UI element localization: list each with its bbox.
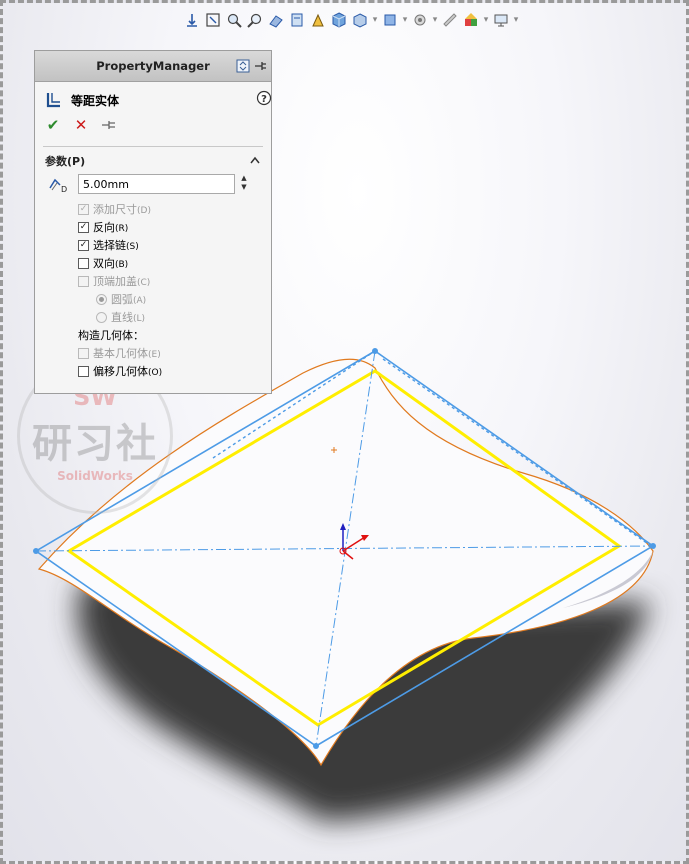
base-geometry-option: 基本几何体(E)	[78, 345, 161, 361]
base-geometry-label: 基本几何体(E)	[93, 347, 161, 360]
expand-panel-icon[interactable]	[236, 59, 250, 76]
hide-show-icon[interactable]	[351, 11, 369, 29]
bidirectional-option: 双向(B)	[78, 255, 128, 271]
arc-label: 圆弧(A)	[111, 293, 147, 306]
appearance-palette-icon[interactable]	[462, 11, 480, 29]
add-dimensions-label: 添加尺寸(D)	[93, 203, 151, 216]
divider	[43, 146, 263, 147]
offset-distance-input[interactable]	[78, 174, 235, 194]
cancel-x-icon[interactable]: ✕	[73, 116, 89, 134]
watermark-brand: SolidWorks	[57, 469, 133, 483]
reverse-option: ✓ 反向(R)	[78, 219, 128, 235]
arc-option: 圆弧(A)	[96, 291, 146, 307]
display-style-icon[interactable]	[330, 11, 348, 29]
offset-distance-icon: D	[47, 176, 67, 197]
view-settings-monitor-icon[interactable]	[492, 11, 510, 29]
reverse-label: 反向(R)	[93, 221, 129, 234]
offset-entities-icon	[45, 91, 63, 112]
app-window: ▾ ▾ ▾ ▾ ▾ SW 研习社 SolidWorks PropertyMana…	[0, 0, 689, 864]
offset-geometry-label: 偏移几何体(O)	[93, 365, 163, 378]
add-dimensions-checkbox[interactable]: ✓	[78, 203, 89, 215]
line-radio[interactable]	[96, 311, 107, 323]
base-geometry-checkbox[interactable]	[78, 347, 89, 359]
offset-distance-spinner[interactable]: ▲ ▼	[238, 174, 250, 194]
heads-up-toolbar: ▾ ▾ ▾ ▾ ▾	[183, 7, 519, 33]
svg-text:?: ?	[261, 94, 267, 105]
ok-check-icon[interactable]: ✔	[45, 116, 61, 134]
view-orientation-icon[interactable]	[183, 11, 201, 29]
pin-icon[interactable]	[253, 59, 267, 76]
line-option: 直线(L)	[96, 309, 145, 325]
view-settings-icon[interactable]	[309, 11, 327, 29]
offset-geometry-option: 偏移几何体(O)	[78, 363, 162, 379]
select-chain-option: ✓ 选择链(S)	[78, 237, 139, 253]
offset-distance-icon-label: D	[61, 185, 67, 194]
dropdown-arrow-icon[interactable]: ▾	[483, 15, 489, 25]
offset-geometry-checkbox[interactable]	[78, 365, 89, 377]
cap-ends-label: 顶端加盖(C)	[93, 275, 151, 288]
offset-distance-row: D ▲▼	[45, 174, 260, 196]
action-buttons: ✔ ✕	[45, 116, 117, 134]
zoom-to-fit-icon[interactable]	[204, 11, 222, 29]
construction-geometry-label: 构造几何体：	[78, 329, 144, 342]
spin-up-icon[interactable]: ▲	[238, 174, 250, 183]
parameters-group-title: 参数(P)	[45, 155, 86, 168]
chevron-up-icon[interactable]	[249, 155, 261, 168]
zoom-area-icon[interactable]	[225, 11, 243, 29]
bidirectional-checkbox[interactable]	[78, 257, 89, 269]
add-dimensions-option: ✓ 添加尺寸(D)	[78, 201, 151, 217]
parameters-group-header[interactable]: 参数(P)	[45, 153, 261, 169]
line-label: 直线(L)	[111, 311, 146, 324]
realview-icon[interactable]	[441, 11, 459, 29]
feature-title: 等距实体	[71, 94, 120, 108]
watermark-title: 研习社	[32, 420, 158, 467]
help-icon[interactable]: ?	[256, 90, 272, 109]
dropdown-arrow-icon[interactable]: ▾	[432, 15, 438, 25]
dropdown-arrow-icon[interactable]: ▾	[402, 15, 408, 25]
cap-ends-checkbox[interactable]	[78, 275, 89, 287]
edit-appearance-icon[interactable]	[381, 11, 399, 29]
previous-view-icon[interactable]	[246, 11, 264, 29]
apply-scene-icon[interactable]	[411, 11, 429, 29]
select-chain-label: 选择链(S)	[93, 239, 139, 252]
property-manager-header: PropertyManager	[35, 51, 271, 82]
feature-title-row: 等距实体 ?	[45, 90, 272, 112]
reverse-checkbox[interactable]: ✓	[78, 221, 89, 233]
property-manager-panel: PropertyManager 等距实体 ? ✔ ✕ 参数(P) D ▲▼	[34, 50, 272, 394]
keep-visible-pin-icon[interactable]	[101, 117, 117, 133]
arc-radio[interactable]	[96, 293, 107, 305]
cap-ends-option: 顶端加盖(C)	[78, 273, 150, 289]
select-chain-checkbox[interactable]: ✓	[78, 239, 89, 251]
dynamic-annotation-icon[interactable]	[288, 11, 306, 29]
section-view-icon[interactable]	[267, 11, 285, 29]
dropdown-arrow-icon[interactable]: ▾	[372, 15, 378, 25]
dropdown-arrow-icon[interactable]: ▾	[513, 15, 519, 25]
bidirectional-label: 双向(B)	[93, 257, 129, 270]
spin-down-icon[interactable]: ▼	[238, 183, 250, 192]
